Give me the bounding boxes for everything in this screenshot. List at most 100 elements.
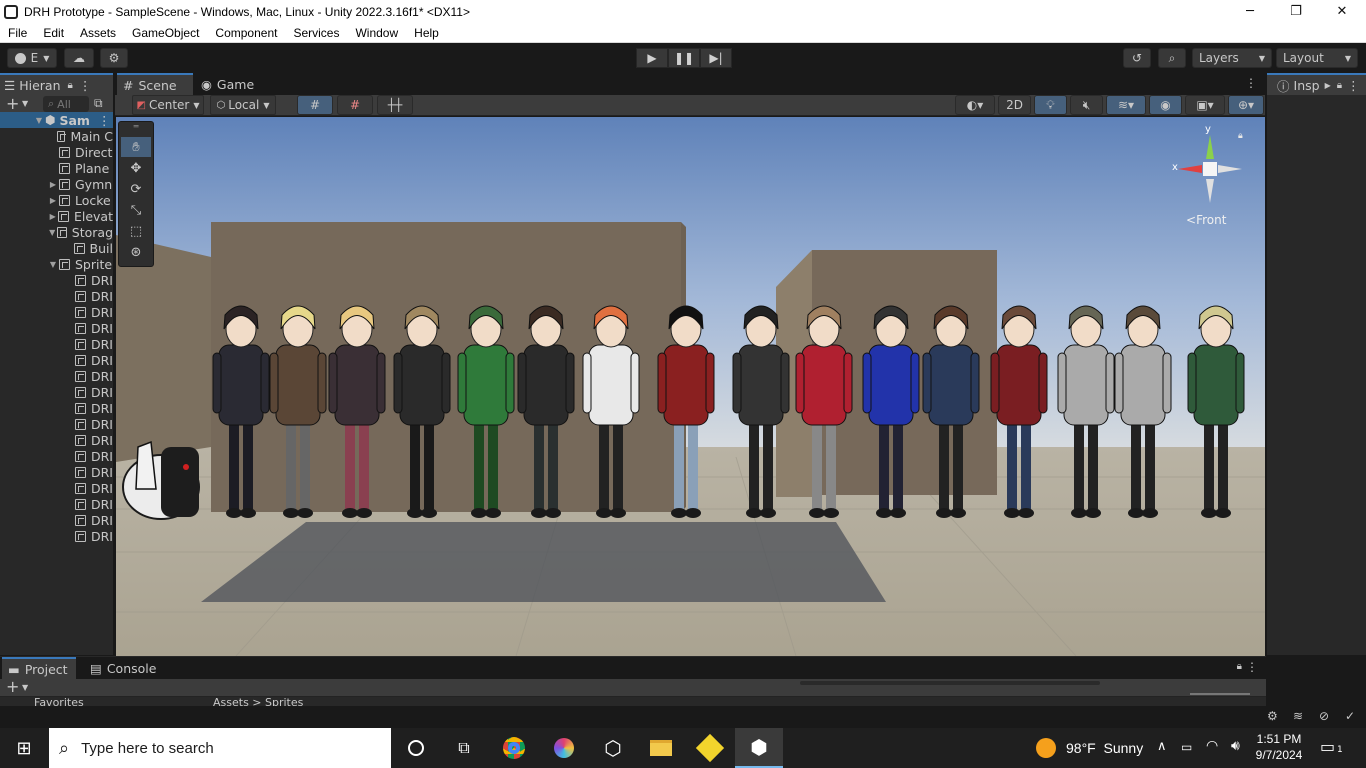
close-button[interactable]: ✕: [1319, 0, 1365, 23]
menu-services[interactable]: Services: [285, 26, 347, 40]
wifi-icon[interactable]: ◠: [1206, 738, 1218, 754]
hierarchy-item[interactable]: Buil: [0, 240, 113, 256]
account-button[interactable]: E ▼: [7, 48, 57, 68]
collapse-arrow-icon[interactable]: ▼: [48, 260, 58, 269]
hierarchy-item[interactable]: Main C: [0, 128, 113, 144]
notification-button[interactable]: ▭ 1: [1320, 737, 1350, 759]
play-button[interactable]: ▶: [636, 48, 668, 68]
toggle-2d-button[interactable]: 2D: [998, 95, 1031, 115]
hierarchy-item[interactable]: ▶ Locke: [0, 192, 113, 208]
rect-tool[interactable]: ⬚: [121, 221, 151, 241]
hierarchy-item[interactable]: ▼ Storag: [0, 224, 113, 240]
add-button[interactable]: +: [6, 677, 19, 696]
scene-root-row[interactable]: ▼ ⬢ Sam ⋮: [0, 112, 113, 128]
more-icon[interactable]: ⋮: [1246, 660, 1258, 674]
cache-icon[interactable]: ≋: [1293, 709, 1303, 723]
ruler-button[interactable]: ┼┼: [377, 95, 413, 115]
search-button[interactable]: ⌕: [1158, 48, 1186, 68]
volume-icon[interactable]: 🔊︎: [1231, 738, 1240, 754]
hierarchy-item[interactable]: DRI: [0, 384, 113, 400]
menu-gameobject[interactable]: GameObject: [124, 26, 207, 40]
clock[interactable]: 1:51 PM 9/7/2024: [1254, 731, 1304, 763]
collapse-arrow-icon[interactable]: ▼: [48, 228, 56, 237]
pivot-center-dropdown[interactable]: ◩ Center ▼: [132, 95, 204, 115]
lighting-toggle-button[interactable]: 💡︎: [1034, 95, 1067, 115]
hierarchy-item[interactable]: DRI: [0, 336, 113, 352]
start-button[interactable]: ⊞: [0, 728, 48, 768]
grid-snap-button[interactable]: #: [297, 95, 333, 115]
menu-window[interactable]: Window: [347, 26, 406, 40]
hierarchy-item[interactable]: DRI: [0, 272, 113, 288]
unity-hub-taskbar-button[interactable]: ⬡: [589, 728, 637, 768]
hierarchy-item[interactable]: DRI: [0, 352, 113, 368]
tab-project[interactable]: ▬ Project: [2, 657, 76, 679]
hierarchy-item[interactable]: DRI: [0, 368, 113, 384]
weather-widget[interactable]: 98°F Sunny: [1036, 728, 1143, 768]
hierarchy-item[interactable]: DRI: [0, 480, 113, 496]
hierarchy-item[interactable]: Plane: [0, 160, 113, 176]
scale-tool[interactable]: ⤡: [121, 200, 151, 220]
tab-console[interactable]: ▤ Console: [84, 657, 160, 679]
chrome-taskbar-button[interactable]: [490, 728, 538, 768]
tab-scene[interactable]: # Scene: [117, 73, 193, 95]
auto-generate-icon[interactable]: ⊘: [1319, 709, 1329, 723]
scene-visibility-button[interactable]: ◉: [1149, 95, 1182, 115]
project-search-input[interactable]: [800, 681, 1100, 685]
tab-hierarchy[interactable]: ☰ Hieran 🔒︎ ⋮: [0, 73, 113, 95]
chevron-down-icon[interactable]: ▼: [22, 99, 28, 108]
add-button[interactable]: +: [6, 94, 19, 113]
transform-tool[interactable]: ⊛: [121, 242, 151, 262]
effects-dropdown[interactable]: ≋▾: [1106, 95, 1146, 115]
camera-dropdown[interactable]: ▣▾: [1185, 95, 1225, 115]
hierarchy-item[interactable]: DRI: [0, 304, 113, 320]
cloud-button[interactable]: ☁: [64, 48, 94, 68]
maximize-button[interactable]: ❐: [1273, 0, 1319, 23]
chevron-down-icon[interactable]: ▼: [22, 683, 28, 692]
hierarchy-item[interactable]: DRI: [0, 400, 113, 416]
space-local-dropdown[interactable]: ⬡ Local ▼: [210, 95, 276, 115]
shading-mode-dropdown[interactable]: ◐▾: [955, 95, 995, 115]
tab-game[interactable]: ◉ Game: [195, 73, 265, 95]
hierarchy-item[interactable]: ▶ Gymn: [0, 176, 113, 192]
file-explorer-taskbar-button[interactable]: [637, 728, 685, 768]
unity-editor-taskbar-button[interactable]: ⬢: [735, 728, 783, 768]
layout-dropdown[interactable]: Layout ▼: [1276, 48, 1358, 68]
gizmo-view-label[interactable]: <Front: [1186, 213, 1226, 227]
expand-arrow-icon[interactable]: ▶: [48, 212, 57, 221]
hierarchy-item[interactable]: Direct: [0, 144, 113, 160]
hierarchy-item[interactable]: DRI: [0, 288, 113, 304]
battery-icon[interactable]: ▭: [1181, 740, 1192, 754]
menu-file[interactable]: File: [0, 26, 35, 40]
more-icon[interactable]: ⋮: [79, 78, 92, 93]
layers-dropdown[interactable]: Layers ▼: [1192, 48, 1272, 68]
snap-increment-button[interactable]: #: [337, 95, 373, 115]
rotate-tool[interactable]: ⟳: [121, 179, 151, 199]
gizmos-dropdown[interactable]: ⊕▾: [1228, 95, 1264, 115]
bug-icon[interactable]: ⚙: [1267, 709, 1278, 723]
lock-icon[interactable]: 🔒︎: [1238, 131, 1243, 141]
yellow-app-taskbar-button[interactable]: [686, 728, 734, 768]
hierarchy-item[interactable]: DRI: [0, 512, 113, 528]
hierarchy-item[interactable]: ▼ Sprite: [0, 256, 113, 272]
hierarchy-item[interactable]: DRI: [0, 528, 113, 544]
hierarchy-item[interactable]: DRI: [0, 448, 113, 464]
taskbar-search-input[interactable]: ⌕ Type here to search: [49, 728, 391, 768]
scene-viewport[interactable]: y x <Front 🔒︎: [116, 117, 1265, 656]
collab-button[interactable]: ⚙: [100, 48, 128, 68]
menu-component[interactable]: Component: [207, 26, 285, 40]
task-view-button[interactable]: ⧉: [440, 728, 488, 768]
audio-toggle-button[interactable]: 🔇︎: [1070, 95, 1103, 115]
menu-edit[interactable]: Edit: [35, 26, 72, 40]
hierarchy-item[interactable]: DRI: [0, 464, 113, 480]
move-tool[interactable]: ✥: [121, 158, 151, 178]
pause-button[interactable]: ❚❚: [668, 48, 700, 68]
minimize-button[interactable]: ─: [1227, 0, 1273, 23]
tab-inspector[interactable]: ⓘ Insp ▶ 🔒︎ ⋮: [1267, 73, 1366, 95]
cortana-button[interactable]: [392, 728, 440, 768]
checkmark-icon[interactable]: ✓: [1345, 709, 1355, 723]
hierarchy-search-input[interactable]: ⌕ All: [43, 96, 89, 112]
more-icon[interactable]: ⋮: [98, 113, 111, 128]
hierarchy-item[interactable]: ▶ Elevat: [0, 208, 113, 224]
lock-icon[interactable]: 🔒︎: [68, 80, 73, 91]
hierarchy-item[interactable]: DRI: [0, 320, 113, 336]
